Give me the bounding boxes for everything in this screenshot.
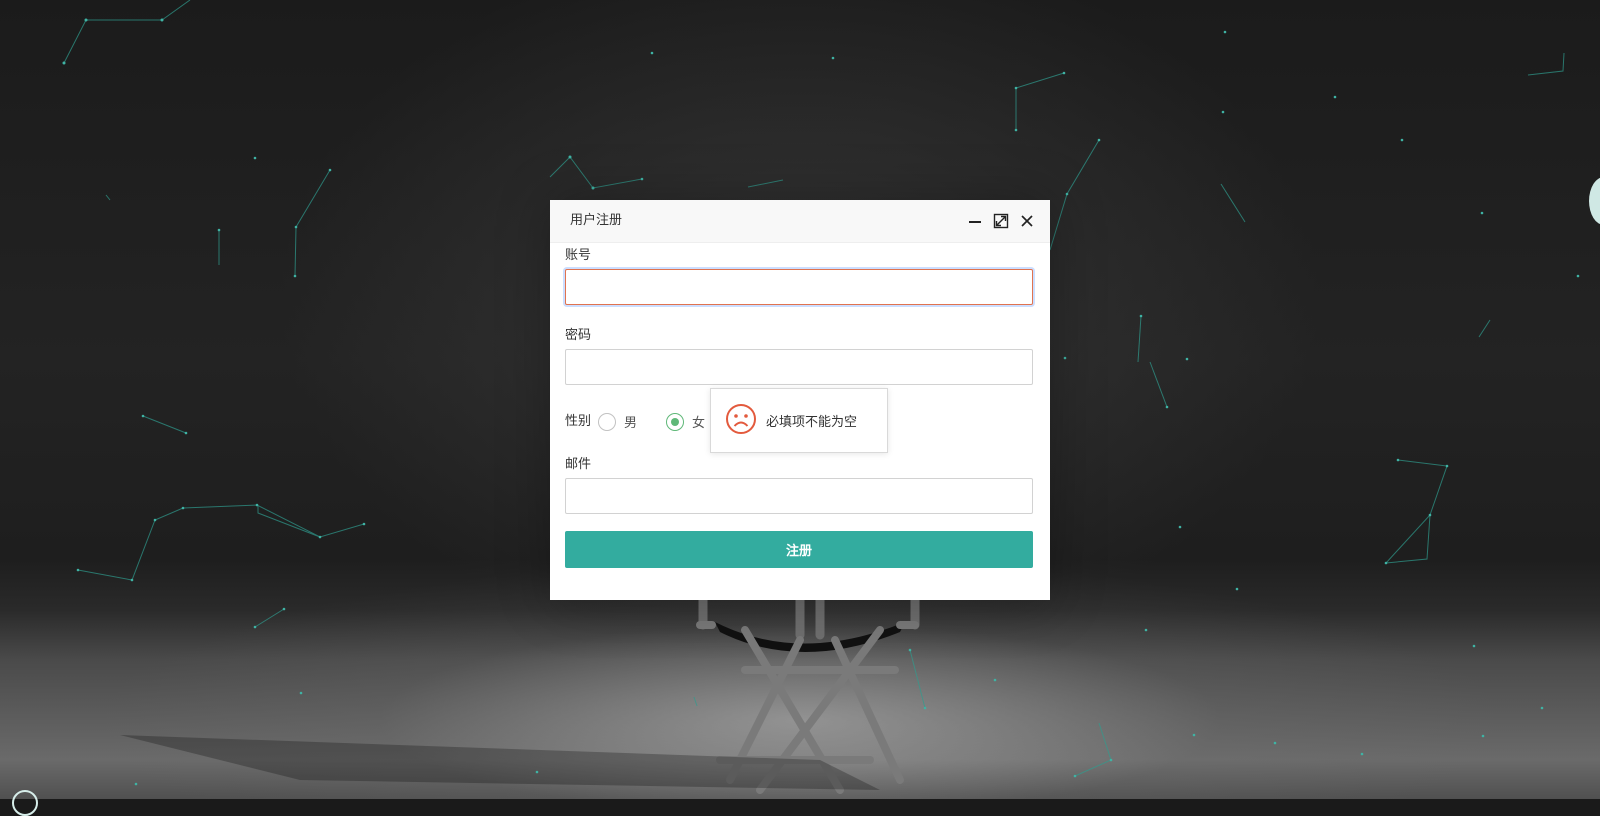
gender-option-label: 女 [692,416,706,431]
sad-face-icon [725,403,757,439]
account-input[interactable] [565,269,1033,305]
account-label: 账号 [565,248,592,263]
email-label: 邮件 [565,457,592,472]
gender-radio-male[interactable]: 男 [598,412,637,431]
password-input[interactable] [565,349,1033,385]
validation-toast: 必填项不能为空 [710,388,888,453]
email-input[interactable] [565,478,1033,514]
gender-label: 性别 [565,414,592,429]
corner-widget-edge [12,790,38,816]
radio-checked-icon [666,412,684,431]
register-button[interactable]: 注册 [565,531,1033,568]
gender-option-label: 男 [624,416,638,431]
password-label: 密码 [565,328,592,343]
gender-radio-female[interactable]: 女 [666,412,705,431]
radio-unchecked-icon [598,412,616,431]
toast-message: 必填项不能为空 [766,415,858,430]
